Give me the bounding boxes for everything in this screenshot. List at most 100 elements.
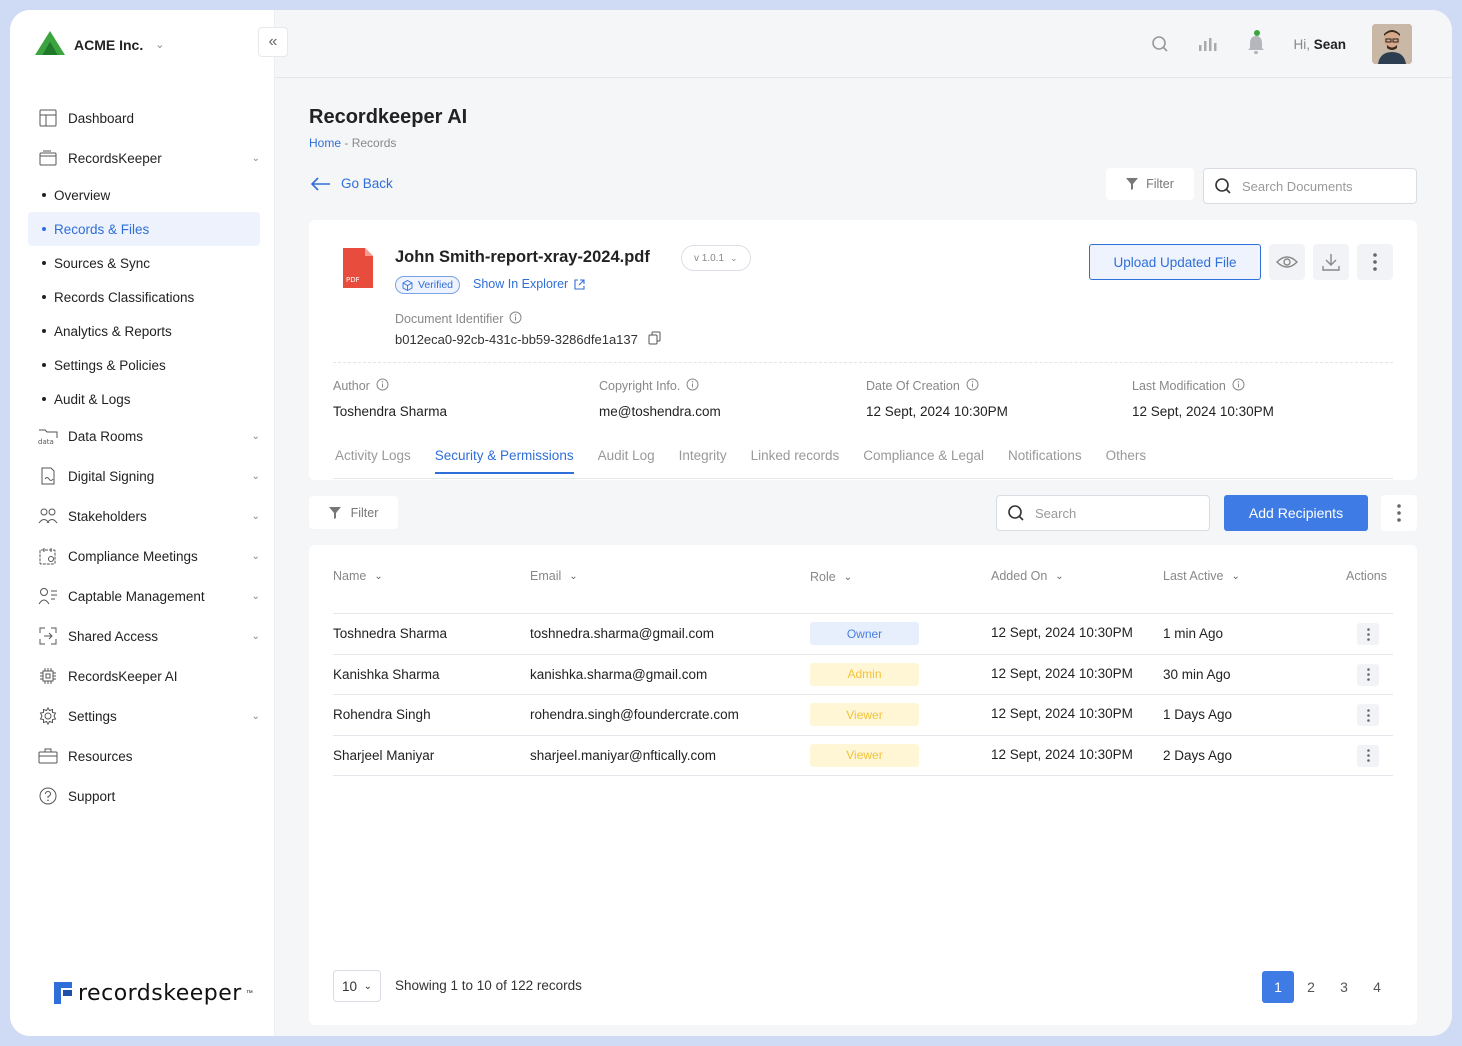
sidebar-item-captable[interactable]: Captable Management ⌄ xyxy=(28,576,260,616)
sidebar-item-label: RecordsKeeper xyxy=(68,150,162,166)
sidebar-item-digital-signing[interactable]: Digital Signing ⌄ xyxy=(28,456,260,496)
download-button[interactable] xyxy=(1313,244,1349,280)
tab-activity-logs[interactable]: Activity Logs xyxy=(335,448,411,474)
brand-switcher[interactable]: ACME Inc. ⌄ xyxy=(34,30,164,59)
folder-icon xyxy=(38,148,58,168)
preview-button[interactable] xyxy=(1269,244,1305,280)
user-greeting: Hi, Sean xyxy=(1293,36,1346,52)
sidebar-item-recordskeeper-ai[interactable]: RecordsKeeper AI xyxy=(28,656,260,696)
page-button[interactable]: 4 xyxy=(1361,971,1393,1003)
sidebar-item-settings[interactable]: Settings ⌄ xyxy=(28,696,260,736)
search-icon xyxy=(1215,178,1231,194)
column-header[interactable]: Last Active ⌄ xyxy=(1163,569,1240,583)
notification-bell-icon[interactable] xyxy=(1245,30,1267,55)
document-identifier-value: b012eca0-92cb-431c-bb59-3286dfe1a137 xyxy=(395,331,661,348)
sidebar-subitem[interactable]: Settings & Policies xyxy=(28,348,260,382)
version-selector[interactable]: v 1.0.1 ⌄ xyxy=(681,245,751,271)
sidebar-subitem[interactable]: Analytics & Reports xyxy=(28,314,260,348)
chevron-down-icon: ⌄ xyxy=(569,570,578,582)
info-icon[interactable] xyxy=(376,378,389,394)
recordskeeper-logo: recordskeeper ™ xyxy=(52,980,253,1006)
document-filter-button[interactable]: Filter xyxy=(1106,168,1194,200)
sidebar-nav: Dashboard RecordsKeeper ⌄ Overview Records &… xyxy=(28,98,260,816)
sidebar-item-resources[interactable]: Resources xyxy=(28,736,260,776)
analytics-icon[interactable] xyxy=(1197,33,1219,55)
sidebar-item-data-rooms[interactable]: data Data Rooms ⌄ xyxy=(28,416,260,456)
tab-notifications[interactable]: Notifications xyxy=(1008,448,1082,474)
document-identifier-label: Document Identifier xyxy=(395,311,522,327)
upload-updated-file-button[interactable]: Upload Updated File xyxy=(1089,244,1261,280)
sidebar-item-shared-access[interactable]: Shared Access ⌄ xyxy=(28,616,260,656)
sidebar-subitem[interactable]: Sources & Sync xyxy=(28,246,260,280)
page-button[interactable]: 2 xyxy=(1295,971,1327,1003)
recipients-search[interactable] xyxy=(996,495,1210,531)
row-more-button[interactable] xyxy=(1357,663,1379,686)
avatar[interactable] xyxy=(1372,24,1412,64)
chevron-down-icon: ⌄ xyxy=(374,570,383,582)
row-more-button[interactable] xyxy=(1357,623,1379,645)
double-chevron-left-icon: « xyxy=(268,33,278,50)
document-more-button[interactable] xyxy=(1357,244,1393,280)
sidebar-item-stakeholders[interactable]: Stakeholders ⌄ xyxy=(28,496,260,536)
collapse-sidebar-button[interactable]: « xyxy=(258,27,288,57)
more-vertical-icon xyxy=(1366,627,1370,641)
sidebar-subitem[interactable]: Overview xyxy=(28,178,260,212)
role-badge: Viewer xyxy=(810,743,919,767)
show-in-explorer-link[interactable]: Show In Explorer xyxy=(473,277,585,291)
tab-others[interactable]: Others xyxy=(1106,448,1147,474)
column-header[interactable]: Name ⌄ xyxy=(333,569,383,583)
page-button[interactable]: 1 xyxy=(1262,971,1294,1003)
search-icon[interactable] xyxy=(1149,33,1171,55)
bullet-icon xyxy=(42,329,46,333)
table-row: Toshnedra Sharma toshnedra.sharma@gmail.c… xyxy=(333,614,1393,655)
added-on: 12 Sept, 2024 10:30PM xyxy=(991,665,1133,681)
sidebar-item-support[interactable]: Support xyxy=(28,776,260,816)
row-more-button[interactable] xyxy=(1357,704,1379,726)
sidebar-item-label: Compliance Meetings xyxy=(68,548,198,564)
bullet-icon xyxy=(42,261,46,265)
add-recipients-button[interactable]: Add Recipients xyxy=(1224,495,1368,531)
sidebar-item-dashboard[interactable]: Dashboard xyxy=(28,98,260,138)
sidebar-item-label: Settings xyxy=(68,708,117,724)
page-button[interactable]: 3 xyxy=(1328,971,1360,1003)
breadcrumb-home-link[interactable]: Home xyxy=(309,136,341,150)
sidebar-subitem[interactable]: Records Classifications xyxy=(28,280,260,314)
recipients-filter-button[interactable]: Filter xyxy=(309,496,398,529)
svg-text:PDF: PDF xyxy=(346,276,360,284)
column-header[interactable]: Added On ⌄ xyxy=(991,569,1064,583)
chevron-down-icon: ⌄ xyxy=(155,39,165,51)
gear-icon xyxy=(38,706,58,726)
info-icon[interactable] xyxy=(966,378,979,394)
toolbar-more-button[interactable] xyxy=(1381,495,1417,531)
recipient-name: Toshnedra Sharma xyxy=(333,626,448,641)
copy-icon[interactable] xyxy=(648,331,661,348)
document-card: PDF John Smith-report-xray-2024.pdf v 1.… xyxy=(309,220,1417,480)
chevron-down-icon: ⌄ xyxy=(363,980,372,992)
tab-security-permissions[interactable]: Security & Permissions xyxy=(434,448,574,474)
tab-compliance-legal[interactable]: Compliance & Legal xyxy=(863,448,984,474)
tabs-divider xyxy=(333,478,1393,479)
column-header[interactable]: Role ⌄ xyxy=(810,570,852,584)
tab-linked-records[interactable]: Linked records xyxy=(751,448,840,474)
recipients-search-input[interactable] xyxy=(1035,505,1185,521)
recipient-email: sharjeel.maniyar@nftically.com xyxy=(530,747,717,763)
page-size-select[interactable]: 10 ⌄ xyxy=(333,970,381,1002)
tab-audit-log[interactable]: Audit Log xyxy=(598,448,655,474)
help-icon xyxy=(38,786,58,806)
info-icon[interactable] xyxy=(686,378,699,394)
info-icon[interactable] xyxy=(509,311,522,327)
sidebar-item-recordskeeper[interactable]: RecordsKeeper ⌄ xyxy=(28,138,260,178)
document-search[interactable] xyxy=(1203,168,1417,204)
column-header[interactable]: Email ⌄ xyxy=(530,569,578,583)
go-back-button[interactable]: Go Back xyxy=(311,176,393,191)
row-more-button[interactable] xyxy=(1357,744,1379,767)
sidebar-subitem[interactable]: Audit & Logs xyxy=(28,382,260,416)
tab-integrity[interactable]: Integrity xyxy=(679,448,727,474)
footer-logo-text: recordskeeper xyxy=(78,980,242,1006)
sidebar-item-label: Stakeholders xyxy=(68,508,147,524)
calendar-icon xyxy=(38,546,58,566)
sidebar-subitem[interactable]: Records & Files xyxy=(28,212,260,246)
info-icon[interactable] xyxy=(1232,378,1245,394)
document-search-input[interactable] xyxy=(1242,178,1392,194)
sidebar-item-compliance-meetings[interactable]: Compliance Meetings ⌄ xyxy=(28,536,260,576)
